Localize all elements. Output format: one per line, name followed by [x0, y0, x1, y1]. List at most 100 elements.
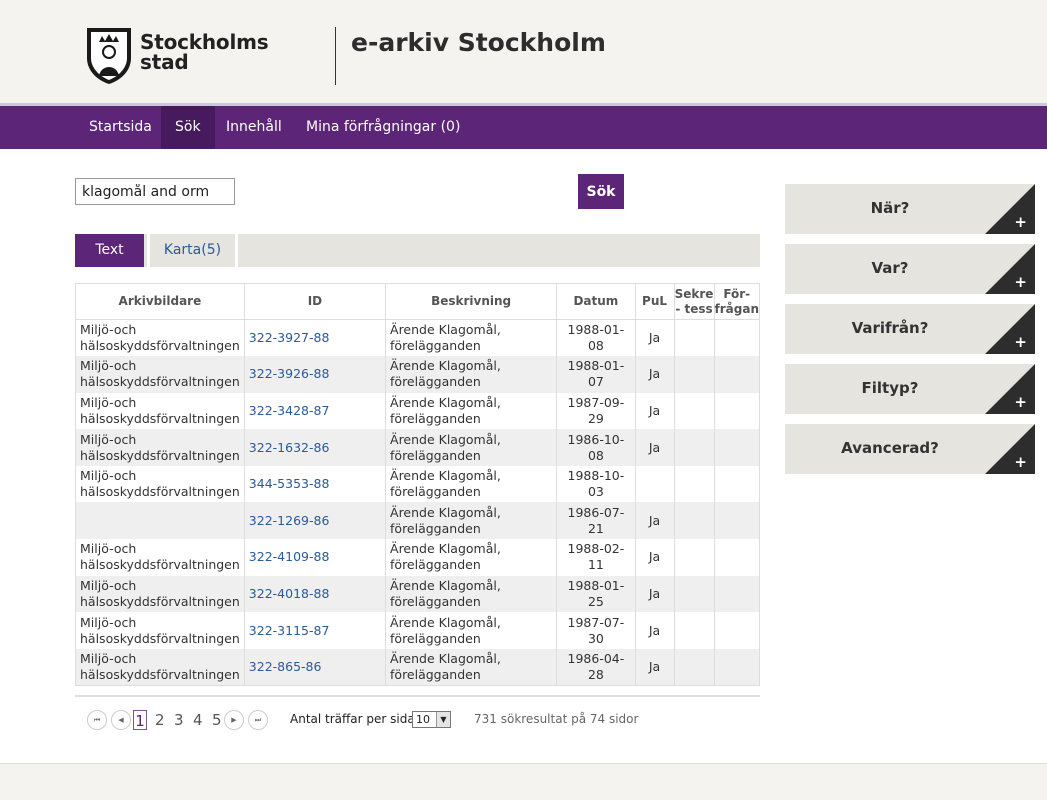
- cell-sekretess: [673, 502, 715, 540]
- plus-icon[interactable]: +: [1014, 453, 1027, 471]
- record-id-link[interactable]: 322-1269-86: [249, 513, 330, 528]
- cell-beskrivning: Ärende Klagomål, förelägganden: [385, 392, 558, 430]
- site-footer: [0, 763, 1047, 800]
- tab-karta[interactable]: Karta(5): [147, 234, 238, 267]
- chevron-down-icon[interactable]: ▼: [436, 712, 450, 727]
- cell-sekretess: [673, 612, 715, 649]
- table-row[interactable]: Miljö-och hälsoskyddsförvaltningen 322-311…: [75, 612, 760, 649]
- filter-corner: [985, 244, 1035, 294]
- record-id-link[interactable]: 322-3428-87: [249, 403, 330, 418]
- column-header-sekretess[interactable]: Sekre - tess: [673, 283, 715, 320]
- beskrivning-line-2: förelägganden: [390, 447, 481, 463]
- table-row[interactable]: Miljö-och hälsoskyddsförvaltningen 344-535…: [75, 465, 760, 503]
- sekretess-line-2: - tess: [675, 301, 713, 316]
- per-page-label: Antal träffar per sida:: [290, 712, 419, 726]
- filter-corner: [985, 184, 1035, 234]
- cell-datum: 1988-01-07: [556, 356, 636, 393]
- cell-forfragan: [713, 502, 760, 540]
- plus-icon[interactable]: +: [1014, 393, 1027, 411]
- sekretess-line-1: Sekre: [674, 286, 714, 301]
- arkivbildare-line-2: hälsoskyddsförvaltningen: [80, 593, 240, 609]
- cell-sekretess: [673, 575, 715, 613]
- stockholm-crest-icon[interactable]: [85, 26, 133, 86]
- record-id-link[interactable]: 344-5353-88: [249, 476, 330, 491]
- per-page-select[interactable]: 10 ▼: [412, 711, 451, 728]
- cell-arkivbildare: [75, 502, 245, 540]
- column-header-id[interactable]: ID: [243, 283, 387, 320]
- tab-text[interactable]: Text: [75, 234, 144, 267]
- filter-avancerad[interactable]: Avancerad? +: [785, 424, 1035, 474]
- cell-datum: 1987-07-30: [556, 612, 636, 649]
- search-button[interactable]: Sök: [578, 174, 624, 209]
- beskrivning-line-1: Ärende Klagomål,: [390, 394, 501, 410]
- cell-datum: 1986-07-21: [556, 502, 636, 540]
- table-row[interactable]: Miljö-och hälsoskyddsförvaltningen 322-392…: [75, 319, 760, 357]
- plus-icon[interactable]: +: [1014, 273, 1027, 291]
- filter-varifran[interactable]: Varifrån? +: [785, 304, 1035, 354]
- nav-item-sok[interactable]: Sök: [161, 106, 215, 149]
- column-header-pul[interactable]: PuL: [634, 283, 675, 320]
- cell-forfragan: [713, 429, 760, 466]
- table-row[interactable]: Miljö-och hälsoskyddsförvaltningen 322-410…: [75, 539, 760, 576]
- nav-item-mina-forfragningar[interactable]: Mina förfrågningar (0): [292, 106, 474, 149]
- beskrivning-line-1: Ärende Klagomål,: [390, 504, 501, 520]
- plus-icon[interactable]: +: [1014, 213, 1027, 231]
- filter-label: När?: [870, 199, 910, 217]
- nav-item-innehall[interactable]: Innehåll: [212, 106, 296, 149]
- page-link-2[interactable]: 2: [155, 710, 165, 730]
- page-link-1[interactable]: 1: [133, 710, 147, 730]
- record-id-link[interactable]: 322-3115-87: [249, 623, 330, 638]
- beskrivning-line-2: förelägganden: [390, 593, 481, 609]
- column-header-beskrivning[interactable]: Beskrivning: [385, 283, 558, 320]
- column-header-forfragan[interactable]: För-frågan: [713, 283, 760, 320]
- cell-sekretess: [673, 356, 715, 393]
- filter-var[interactable]: Var? +: [785, 244, 1035, 294]
- beskrivning-line-1: Ärende Klagomål,: [390, 650, 501, 666]
- page-link-4[interactable]: 4: [193, 710, 203, 730]
- cell-pul: Ja: [634, 648, 675, 686]
- beskrivning-line-1: Ärende Klagomål,: [390, 614, 501, 630]
- arkivbildare-line-1: Miljö-och: [80, 541, 137, 557]
- cell-datum: 1986-10-08: [556, 429, 636, 466]
- table-row[interactable]: Miljö-och hälsoskyddsförvaltningen 322-401…: [75, 575, 760, 613]
- beskrivning-line-2: förelägganden: [390, 520, 481, 536]
- table-row[interactable]: Miljö-och hälsoskyddsförvaltningen 322-865…: [75, 648, 760, 686]
- cell-id: 322-4109-88: [243, 539, 387, 576]
- filter-filtyp[interactable]: Filtyp? +: [785, 364, 1035, 414]
- column-header-arkivbildare[interactable]: Arkivbildare: [75, 283, 245, 320]
- last-page-icon[interactable]: ⏭: [248, 710, 268, 730]
- page-link-5[interactable]: 5: [212, 710, 222, 730]
- page-link-3[interactable]: 3: [174, 710, 184, 730]
- cell-arkivbildare: Miljö-och hälsoskyddsförvaltningen: [75, 648, 245, 686]
- record-id-link[interactable]: 322-4018-88: [249, 586, 330, 601]
- cell-id: 322-865-86: [243, 648, 387, 686]
- table-row[interactable]: Miljö-och hälsoskyddsförvaltningen 322-163…: [75, 429, 760, 466]
- arkivbildare-line-1: Miljö-och: [80, 614, 137, 630]
- plus-icon[interactable]: +: [1014, 333, 1027, 351]
- arkivbildare-line-2: hälsoskyddsförvaltningen: [80, 630, 240, 646]
- cell-beskrivning: Ärende Klagomål, förelägganden: [385, 612, 558, 649]
- record-id-link[interactable]: 322-1632-86: [249, 440, 330, 455]
- table-row[interactable]: Miljö-och hälsoskyddsförvaltningen 322-392…: [75, 356, 760, 393]
- next-page-icon[interactable]: ▶: [224, 710, 244, 730]
- table-row[interactable]: 322-1269-86 Ärende Klagomål, förelägganden…: [75, 502, 760, 540]
- nav-item-startsida[interactable]: Startsida: [75, 106, 166, 149]
- record-id-link[interactable]: 322-3926-88: [249, 366, 330, 381]
- search-input[interactable]: [75, 178, 235, 205]
- beskrivning-line-1: Ärende Klagomål,: [390, 468, 501, 484]
- record-id-link[interactable]: 322-3927-88: [249, 330, 330, 345]
- cell-sekretess: [673, 392, 715, 430]
- record-id-link[interactable]: 322-4109-88: [249, 549, 330, 564]
- beskrivning-line-1: Ärende Klagomål,: [390, 431, 501, 447]
- arkivbildare-line-2: hälsoskyddsförvaltningen: [80, 484, 240, 500]
- cell-id: 322-1269-86: [243, 502, 387, 540]
- cell-sekretess: [673, 465, 715, 503]
- column-header-datum[interactable]: Datum: [556, 283, 636, 320]
- logo-wordmark[interactable]: Stockholms stad: [140, 32, 269, 72]
- filter-nar[interactable]: När? +: [785, 184, 1035, 234]
- prev-page-icon[interactable]: ◀: [111, 710, 131, 730]
- site-title[interactable]: e-arkiv Stockholm: [351, 28, 606, 57]
- table-row[interactable]: Miljö-och hälsoskyddsförvaltningen 322-342…: [75, 392, 760, 430]
- record-id-link[interactable]: 322-865-86: [249, 659, 322, 674]
- first-page-icon[interactable]: ⏮: [87, 710, 107, 730]
